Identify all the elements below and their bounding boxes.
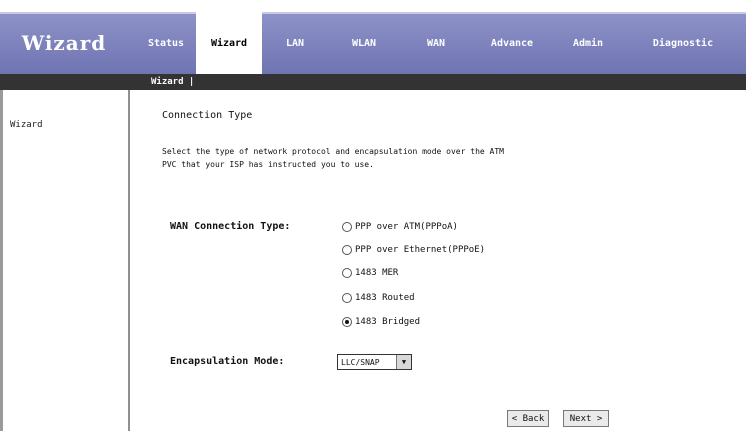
radio-button[interactable]	[342, 222, 352, 232]
tab-wizard[interactable]: Wizard	[196, 12, 262, 74]
encapsulation-mode-select[interactable]: LLC/SNAP ▼	[337, 354, 412, 370]
tab-wan[interactable]: WAN	[400, 12, 472, 74]
chevron-down-icon[interactable]: ▼	[396, 355, 411, 369]
tab-status[interactable]: Status	[136, 12, 196, 74]
sub-navigation: Wizard |	[0, 74, 746, 90]
wan-connection-type-label: WAN Connection Type:	[170, 221, 291, 232]
wan-option-label: 1483 Routed	[355, 293, 415, 303]
select-value: LLC/SNAP	[341, 357, 380, 367]
page-description: Select the type of network protocol and …	[162, 145, 504, 171]
tab-diagnostic[interactable]: Diagnostic	[624, 12, 742, 74]
wan-option-1483-routed[interactable]: 1483 Routed	[342, 290, 415, 306]
wan-option-1483-bridged[interactable]: 1483 Bridged	[342, 314, 420, 330]
tab-lan[interactable]: LAN	[262, 12, 328, 74]
wan-option-label: PPP over ATM(PPPoA)	[355, 222, 458, 232]
tab-advance[interactable]: Advance	[472, 12, 552, 74]
left-border	[0, 90, 3, 431]
wan-option-1483-mer[interactable]: 1483 MER	[342, 265, 398, 281]
description-line-1: Select the type of network protocol and …	[162, 147, 504, 156]
tab-admin[interactable]: Admin	[552, 12, 624, 74]
wan-option-label: 1483 MER	[355, 268, 399, 278]
wan-option-pppoa[interactable]: PPP over ATM(PPPoA)	[342, 219, 458, 235]
radio-button-selected[interactable]	[342, 317, 352, 327]
next-button[interactable]: Next >	[563, 410, 609, 427]
radio-button[interactable]	[342, 268, 352, 278]
subnav-item-wizard[interactable]: Wizard |	[151, 74, 194, 90]
tab-wlan[interactable]: WLAN	[328, 12, 400, 74]
main-content: Connection Type Select the type of netwo…	[130, 90, 746, 431]
radio-button[interactable]	[342, 245, 352, 255]
wan-option-pppoe[interactable]: PPP over Ethernet(PPPoE)	[342, 242, 485, 258]
sidebar: Wizard	[0, 90, 130, 431]
encapsulation-mode-label: Encapsulation Mode:	[170, 356, 285, 367]
wan-option-label: PPP over Ethernet(PPPoE)	[355, 245, 486, 255]
top-nav-tabs: Status Wizard LAN WLAN WAN Advance Admin…	[136, 12, 742, 74]
page-title: Connection Type	[162, 110, 253, 121]
description-line-2: PVC that your ISP has instructed you to …	[162, 160, 374, 169]
radio-button[interactable]	[342, 293, 352, 303]
top-margin	[0, 0, 746, 12]
sidebar-item-wizard[interactable]: Wizard	[10, 120, 43, 130]
brand-title: Wizard	[21, 31, 107, 55]
back-button[interactable]: < Back	[507, 410, 549, 427]
wan-option-label: 1483 Bridged	[355, 317, 421, 327]
